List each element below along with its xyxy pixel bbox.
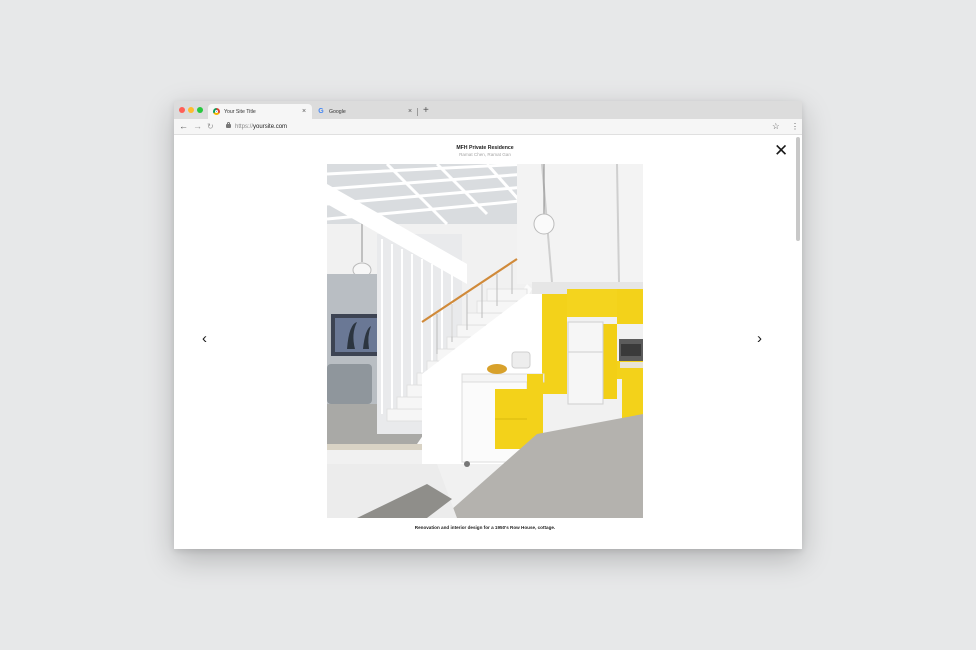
tab-label: Google xyxy=(329,108,346,115)
tab-your-site[interactable]: Your Site Title × xyxy=(208,104,312,119)
menu-icon[interactable]: ⋮ xyxy=(791,120,799,133)
reload-icon[interactable]: ↻ xyxy=(207,120,214,133)
url-host: yoursite.com xyxy=(253,124,288,130)
photo-caption: Renovation and interior design for a 195… xyxy=(414,525,556,530)
tab-strip: Your Site Title × G Google × + xyxy=(174,101,802,119)
tab-close-icon[interactable]: × xyxy=(300,108,308,115)
address-bar[interactable]: https://yoursite.com xyxy=(235,122,287,132)
chrome-icon xyxy=(213,108,220,115)
tab-divider xyxy=(417,108,418,116)
lock-icon xyxy=(226,121,231,128)
url-protocol: https:// xyxy=(235,124,254,130)
tab-google[interactable]: G Google × xyxy=(314,104,418,119)
new-tab-button[interactable]: + xyxy=(423,105,429,117)
address-toolbar: ← → ↻ https://yoursite.com ☆ ⋮ xyxy=(174,119,802,135)
project-title: MFH Private Residence xyxy=(456,145,514,151)
google-icon: G xyxy=(318,108,324,115)
tab-close-icon[interactable]: × xyxy=(406,108,414,115)
forward-arrow-icon[interactable]: → xyxy=(193,120,202,133)
scrollbar-thumb[interactable] xyxy=(796,137,800,241)
next-image-button[interactable]: › xyxy=(757,331,762,347)
previous-image-button[interactable]: ‹ xyxy=(202,331,207,347)
back-arrow-icon[interactable]: ← xyxy=(179,120,188,133)
project-location: Ramat Chen, Ramat Gan xyxy=(459,152,511,157)
tab-label: Your Site Title xyxy=(224,108,256,115)
maximize-window-button[interactable] xyxy=(197,107,203,113)
browser-window: Your Site Title × G Google × + ← → ↻ htt… xyxy=(174,101,802,549)
project-photo xyxy=(327,164,643,518)
minimize-window-button[interactable] xyxy=(188,107,194,113)
close-lightbox-button[interactable]: ✕ xyxy=(774,142,788,159)
close-window-button[interactable] xyxy=(179,107,185,113)
bookmark-star-icon[interactable]: ☆ xyxy=(772,120,780,133)
lightbox-page: MFH Private Residence Ramat Chen, Ramat … xyxy=(174,135,802,549)
